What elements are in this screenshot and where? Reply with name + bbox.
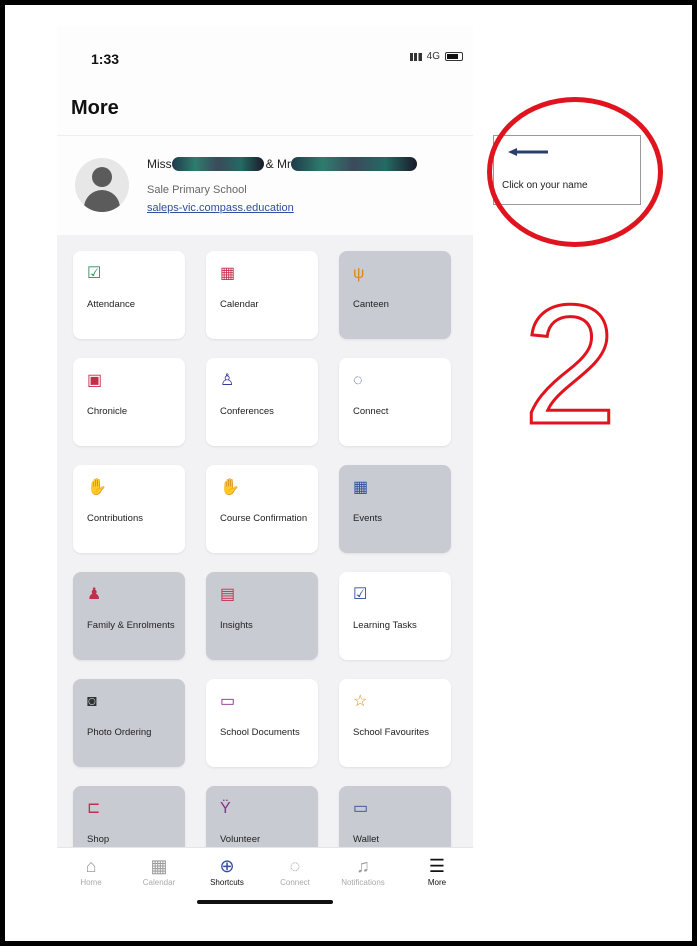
tab-label: Shortcuts [210, 878, 244, 887]
cutlery-icon: ψ [353, 265, 365, 282]
volunteer-icon: Ÿ [220, 800, 231, 817]
avatar[interactable] [75, 158, 129, 212]
checkbox-icon: ☑ [353, 586, 368, 603]
family-icon: ♟ [87, 586, 102, 603]
chat-icon: ◌ [289, 856, 301, 876]
redacted-name [291, 157, 418, 171]
phone-screen: 1:33 4G More Miss & Mr Sale Primary Scho… [57, 27, 473, 907]
tile-course-confirmation[interactable]: ✋ Course Confirmation [206, 465, 318, 553]
camera-icon: ◙ [87, 693, 97, 710]
tile-chat[interactable]: ◌ Connect [339, 358, 451, 446]
events-icon: ▦ [353, 479, 369, 496]
tab-label: Connect [280, 878, 310, 887]
calendar-icon: ▦ [150, 856, 168, 876]
status-indicators: 4G [409, 51, 463, 62]
tile-cart[interactable]: ⊏ Shop [73, 786, 185, 847]
tab-label: Notifications [341, 878, 385, 887]
shortcut-grid: ☑ Attendance ▦ Calendar ψ Canteen ▣ Chronicle ♙ C… [57, 235, 473, 847]
network-label: 4G [426, 51, 440, 62]
step-number: 2 [521, 273, 619, 453]
tile-label: Conferences [220, 406, 274, 417]
tile-chronicle[interactable]: ▣ Chronicle [73, 358, 185, 446]
calendar-icon: ▦ [220, 265, 236, 282]
tile-label: Course Confirmation [220, 513, 308, 524]
menu-icon: ☰ [428, 856, 446, 876]
star-icon: ☆ [353, 693, 368, 710]
redacted-name [171, 157, 264, 171]
tile-attendance[interactable]: ☑ Attendance [73, 251, 185, 339]
tile-clipboard[interactable]: ▤ Insights [206, 572, 318, 660]
name-prefix: Miss [147, 157, 172, 171]
attendance-icon: ☑ [87, 265, 102, 282]
clipboard-icon: ▤ [220, 586, 236, 603]
battery-icon [445, 52, 463, 61]
signal-icon [409, 52, 422, 61]
tab-notifications[interactable]: ♫ Notifications [333, 854, 393, 887]
profile-link[interactable]: saleps-vic.compass.education [147, 202, 294, 214]
page-title: More [71, 97, 119, 119]
screenshot-frame: 1:33 4G More Miss & Mr Sale Primary Scho… [5, 5, 692, 941]
tile-label: Insights [220, 620, 253, 631]
wallet-icon: ▭ [353, 800, 369, 817]
tile-folder[interactable]: ▭ School Documents [206, 679, 318, 767]
tile-label: Canteen [353, 299, 389, 310]
tile-family[interactable]: ♟ Family & Enrolments [73, 572, 185, 660]
cart-icon: ⊏ [87, 800, 101, 817]
tile-events[interactable]: ▦ Events [339, 465, 451, 553]
tile-label: Connect [353, 406, 389, 417]
tile-label: Wallet [353, 834, 380, 845]
tile-label: Events [353, 513, 383, 524]
tile-label: Attendance [87, 299, 136, 310]
name-join: & Mr [265, 157, 292, 171]
tile-label: Contributions [87, 513, 143, 524]
status-time: 1:33 [91, 51, 120, 67]
highlight-circle [487, 97, 663, 247]
tile-label: Family & Enrolments [87, 620, 175, 631]
tile-label: School Favourites [353, 727, 430, 738]
tile-conferences[interactable]: ♙ Conferences [206, 358, 318, 446]
tile-label: Volunteer [220, 834, 261, 845]
tab-label: Calendar [142, 878, 176, 887]
tile-checkbox[interactable]: ☑ Learning Tasks [339, 572, 451, 660]
tile-label: Shop [87, 834, 110, 845]
chat-icon: ◌ [353, 372, 363, 389]
conferences-icon: ♙ [220, 372, 235, 389]
profile-name[interactable]: Miss & Mr [147, 154, 457, 174]
tile-label: Calendar [220, 299, 259, 310]
chronicle-icon: ▣ [87, 372, 103, 389]
tab-bar: ⌂ Home ▦ Calendar ⊕ Shortcuts ◌ Connect ♫ Notific… [57, 847, 473, 907]
tab-connect[interactable]: ◌ Connect [265, 854, 325, 887]
home-icon: ⌂ [85, 856, 97, 876]
tile-label: Photo Ordering [87, 727, 152, 738]
folder-icon: ▭ [220, 693, 236, 710]
tile-star[interactable]: ☆ School Favourites [339, 679, 451, 767]
step-number-text: 2 [523, 273, 618, 453]
status-bar: 1:33 4G [57, 27, 473, 77]
tab-home[interactable]: ⌂ Home [61, 854, 121, 887]
profile-card[interactable]: Miss & Mr Sale Primary School saleps-vic… [57, 135, 473, 235]
tab-label: Home [80, 878, 102, 887]
tile-label: Learning Tasks [353, 620, 417, 631]
tile-cutlery[interactable]: ψ Canteen [339, 251, 451, 339]
tab-calendar[interactable]: ▦ Calendar [129, 854, 189, 887]
profile-school: Sale Primary School [147, 184, 247, 196]
tile-volunteer[interactable]: Ÿ Volunteer [206, 786, 318, 847]
tab-shortcuts[interactable]: ⊕ Shortcuts [197, 854, 257, 887]
tile-label: Chronicle [87, 406, 128, 417]
plus-circle-icon: ⊕ [219, 856, 235, 876]
tab-more[interactable]: ☰ More [407, 854, 467, 887]
tile-calendar[interactable]: ▦ Calendar [206, 251, 318, 339]
course-confirmation-icon: ✋ [220, 479, 240, 496]
tile-contributions[interactable]: ✋ Contributions [73, 465, 185, 553]
home-indicator [197, 900, 333, 904]
tile-label: School Documents [220, 727, 300, 738]
tile-camera[interactable]: ◙ Photo Ordering [73, 679, 185, 767]
contributions-icon: ✋ [87, 479, 107, 496]
bell-icon: ♫ [356, 856, 370, 876]
tile-wallet[interactable]: ▭ Wallet [339, 786, 451, 847]
tab-label: More [427, 878, 447, 887]
